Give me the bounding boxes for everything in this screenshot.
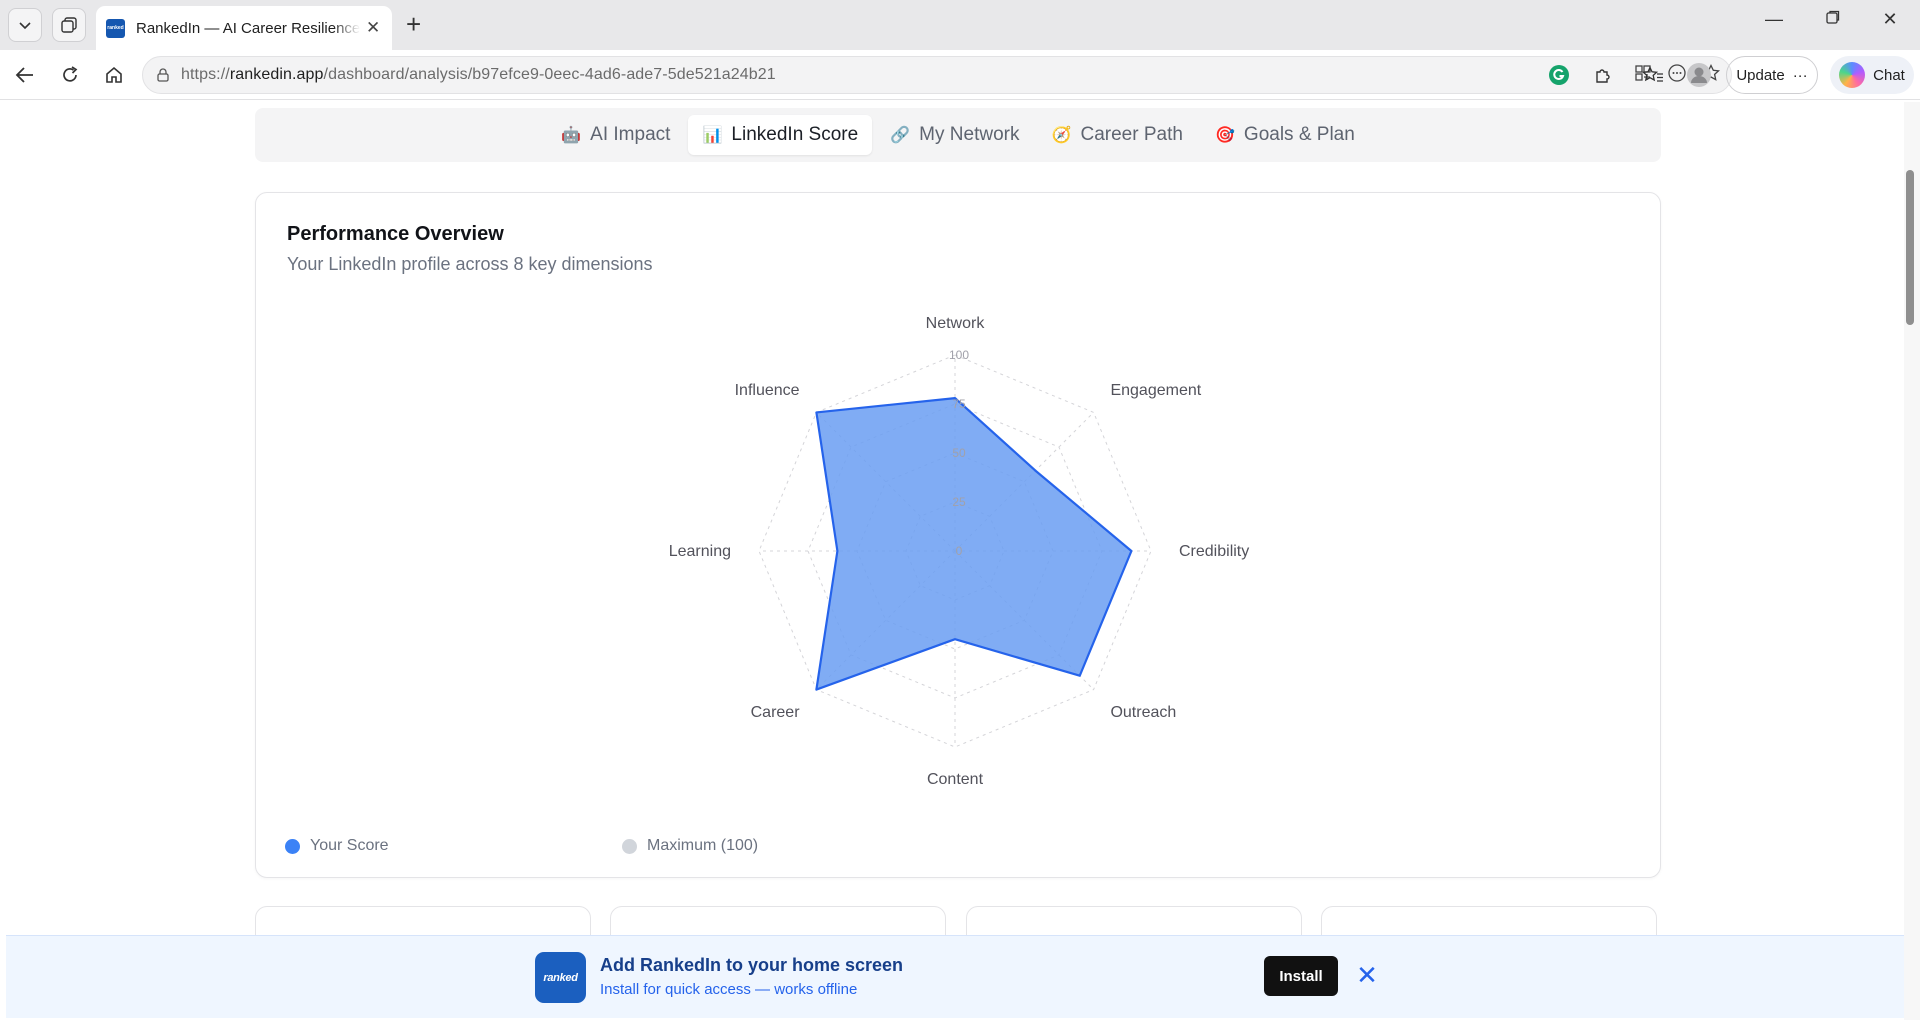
browser-tab-active[interactable]: ranked RankedIn — AI Career Resilience S… — [96, 6, 392, 50]
rankedin-logo: ranked — [535, 952, 586, 1003]
url-text: https://rankedin.app/dashboard/analysis/… — [181, 66, 776, 83]
radar-category-label: Career — [751, 704, 801, 721]
profile-avatar-icon[interactable] — [1686, 62, 1712, 88]
back-icon[interactable] — [12, 62, 38, 88]
extensions-icon[interactable] — [1590, 62, 1616, 88]
radar-tick-label: 0 — [956, 544, 963, 558]
radar-category-label: Influence — [735, 382, 800, 399]
radar-tick-label: 75 — [952, 397, 966, 411]
restore-icon[interactable] — [1813, 9, 1853, 30]
close-banner-icon[interactable]: ✕ — [1352, 960, 1382, 990]
legend-swatch — [622, 838, 637, 854]
legend-label: Your Score — [310, 837, 389, 854]
scrollbar-thumb[interactable] — [1906, 170, 1914, 325]
update-button[interactable]: Update ··· — [1726, 56, 1818, 94]
radar-category-label: Learning — [669, 543, 731, 560]
rankedin-favicon-icon: ranked — [106, 18, 125, 38]
address-toolbar: https://rankedin.app/dashboard/analysis/… — [0, 50, 1920, 100]
radar-tick-label: 25 — [952, 495, 966, 509]
browser-titlebar: ranked RankedIn — AI Career Resilience S… — [0, 0, 1920, 50]
radar-tick-label: 50 — [952, 446, 966, 460]
close-tab-icon[interactable]: ✕ — [366, 18, 380, 38]
chevron-down-icon — [19, 22, 31, 30]
radar-chart: 0 25 50 75 100 Network Engagement Credibility Ou… — [669, 315, 1250, 788]
workspaces-button[interactable] — [52, 8, 86, 42]
copilot-icon — [1839, 62, 1866, 88]
radar-series-your-score — [815, 397, 1133, 691]
home-icon[interactable] — [101, 62, 127, 88]
lock-icon — [157, 68, 169, 82]
radar-category-label: Outreach — [1110, 704, 1176, 721]
legend-item-maximum[interactable]: Maximum (100) — [622, 837, 758, 855]
favorites-icon[interactable] — [1640, 62, 1666, 88]
banner-title: Add RankedIn to your home screen — [600, 955, 904, 975]
workspaces-icon — [61, 17, 77, 33]
install-banner: ranked Add RankedIn to your home screen … — [6, 935, 1904, 1018]
new-tab-button[interactable]: + — [406, 9, 421, 40]
chat-label: Chat — [1873, 66, 1905, 84]
radar-category-label: Network — [926, 315, 986, 332]
radar-tick-label: 100 — [949, 348, 969, 362]
legend-label: Maximum (100) — [647, 837, 759, 854]
tab-list-button[interactable] — [8, 8, 42, 42]
more-options-icon: ··· — [1792, 66, 1808, 84]
more-tools-icon[interactable] — [1667, 63, 1687, 88]
legend-item-your-score[interactable]: Your Score — [285, 837, 389, 855]
update-label: Update — [1736, 66, 1785, 84]
radar-category-label: Content — [927, 771, 984, 788]
banner-subtitle: Install for quick access — works offline — [600, 981, 858, 998]
minimize-icon[interactable]: — — [1754, 9, 1794, 30]
copilot-chat-button[interactable]: Chat — [1830, 56, 1914, 94]
legend-swatch — [285, 838, 300, 854]
tab-title: RankedIn — AI Career Resilience Score — [136, 19, 360, 37]
radar-category-label: Engagement — [1110, 382, 1201, 399]
grammarly-icon[interactable] — [1546, 62, 1572, 88]
refresh-icon[interactable] — [57, 62, 83, 88]
address-bar[interactable]: https://rankedin.app/dashboard/analysis/… — [142, 56, 1732, 94]
close-window-icon[interactable]: ✕ — [1870, 9, 1910, 30]
page-viewport: 🤖 AI Impact 📊 LinkedIn Score 🔗 My Networ… — [6, 102, 1906, 1020]
radar-category-label: Credibility — [1179, 543, 1249, 560]
install-button[interactable]: Install — [1264, 956, 1338, 996]
